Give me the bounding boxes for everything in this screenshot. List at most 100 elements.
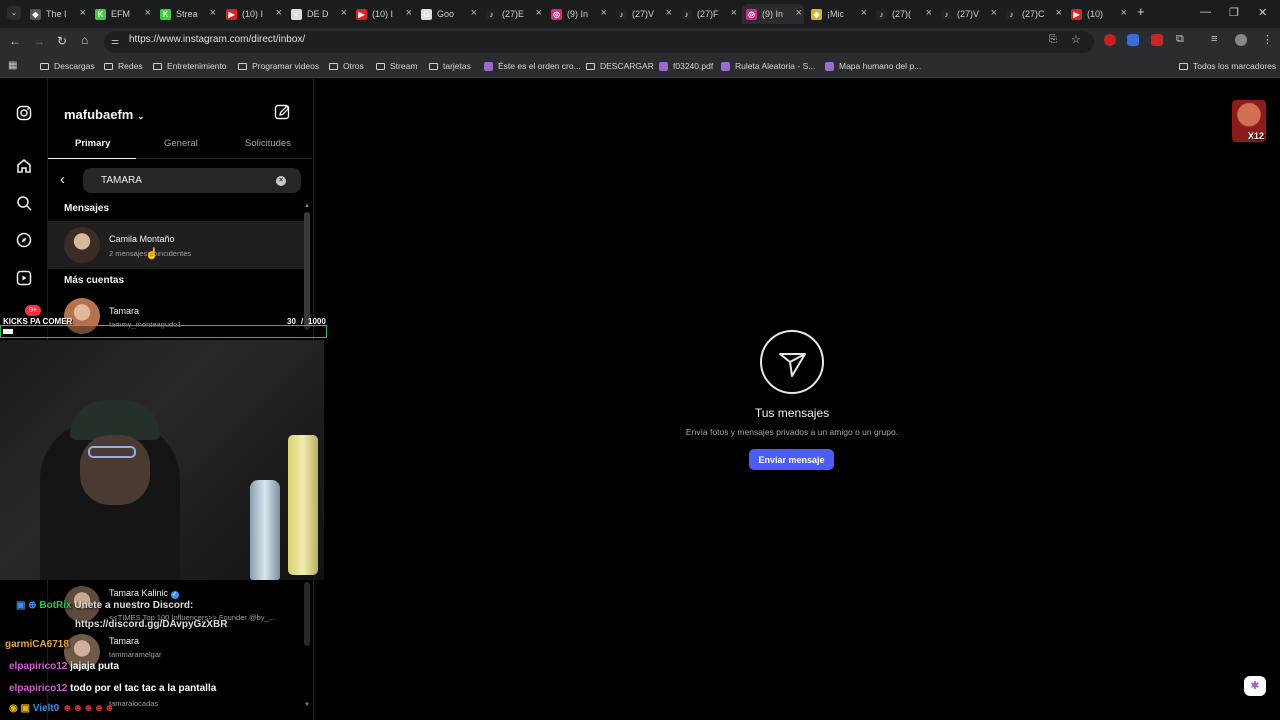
- bookmark-item[interactable]: Redes: [104, 61, 143, 71]
- tab-close-icon[interactable]: ×: [731, 7, 737, 19]
- maximize-icon[interactable]: ❐: [1229, 6, 1239, 19]
- minimize-icon[interactable]: —: [1200, 6, 1211, 18]
- profile-avatar[interactable]: [1235, 34, 1247, 46]
- browser-tab[interactable]: ♪ (27)F ×: [677, 4, 739, 24]
- menu-icon[interactable]: ⋮: [1262, 33, 1273, 46]
- browser-tab[interactable]: K EFM ×: [91, 4, 153, 24]
- scrollbar-thumb[interactable]: [304, 212, 310, 330]
- tab-close-icon[interactable]: ×: [1121, 7, 1127, 19]
- bookmark-label: Descargas: [54, 61, 95, 71]
- tab-close-icon[interactable]: ×: [536, 7, 542, 19]
- bookmark-item[interactable]: Ruleta Aleatoria - S...: [721, 61, 815, 71]
- browser-tab[interactable]: ▶ (10) I ×: [352, 4, 414, 24]
- browser-tab[interactable]: ♪ (27)C ×: [1002, 4, 1064, 24]
- browser-tab[interactable]: K Strea ×: [156, 4, 218, 24]
- tab-close-icon[interactable]: ×: [666, 7, 672, 19]
- browser-tab[interactable]: ◆ ¡Mic ×: [807, 4, 869, 24]
- tab-close-icon[interactable]: ×: [341, 7, 347, 19]
- tab-close-icon[interactable]: ×: [601, 7, 607, 19]
- tab-favicon-icon: ◆: [30, 8, 41, 20]
- bookmark-item[interactable]: Otros: [329, 61, 364, 71]
- extensions-puzzle-icon[interactable]: ⧉: [1176, 33, 1184, 46]
- tab-close-icon[interactable]: ×: [276, 7, 282, 19]
- instagram-logo-icon[interactable]: [14, 103, 34, 123]
- all-bookmarks-label: Todos los marcadores: [1193, 61, 1277, 71]
- forward-icon[interactable]: →: [33, 34, 45, 48]
- tab-primary[interactable]: Primary: [75, 138, 110, 149]
- bookmark-item[interactable]: Éste es el orden cro...: [484, 61, 581, 71]
- media-control-icon[interactable]: ≡: [1211, 33, 1217, 45]
- browser-tab[interactable]: ◎ (9) In ×: [742, 4, 804, 24]
- bookmark-label: tarjetas: [443, 61, 471, 71]
- can-prop: [288, 435, 318, 575]
- tab-label: (9) In: [762, 9, 784, 19]
- browser-tab[interactable]: ▶ (10) I ×: [222, 4, 284, 24]
- scroll-up-icon[interactable]: ▲: [304, 203, 310, 209]
- bookmark-item[interactable]: Stream: [376, 61, 417, 71]
- bookmark-item[interactable]: f03240.pdf: [659, 61, 713, 71]
- home-icon[interactable]: [14, 156, 34, 176]
- tab-close-icon[interactable]: ×: [145, 7, 151, 19]
- tab-list-chevron-icon[interactable]: ⌄: [7, 6, 21, 20]
- browser-tab[interactable]: ♪ (27)(×: [872, 4, 934, 24]
- bookmark-item[interactable]: Descargas: [40, 61, 95, 71]
- paper-plane-icon: [779, 353, 806, 377]
- new-message-icon[interactable]: [274, 104, 291, 126]
- reels-icon[interactable]: [14, 268, 34, 288]
- bookmark-item[interactable]: Mapa humano del p...: [825, 61, 921, 71]
- bookmark-item[interactable]: DESCARGAR: [586, 61, 654, 71]
- scrollbar-track[interactable]: [304, 582, 310, 646]
- chat-message: todo por el tac tac a la pantalla: [70, 683, 217, 694]
- install-app-icon[interactable]: ⎘: [1049, 34, 1057, 45]
- back-arrow-icon[interactable]: ‹: [60, 171, 65, 188]
- reload-icon[interactable]: ↻: [57, 34, 67, 48]
- close-window-icon[interactable]: ✕: [1258, 6, 1267, 19]
- browser-tab[interactable]: ♪ (27)V ×: [937, 4, 999, 24]
- scroll-down-icon[interactable]: ▼: [304, 702, 310, 708]
- bookmark-item[interactable]: Programar videos: [238, 61, 319, 71]
- bookmark-star-icon[interactable]: ☆: [1071, 33, 1081, 46]
- browser-tab[interactable]: G Goo ×: [417, 4, 479, 24]
- bookmark-item[interactable]: tarjetas: [429, 61, 471, 71]
- tab-favicon-icon: ♪: [1006, 8, 1017, 20]
- browser-tab[interactable]: ▶ (10) ×: [1067, 4, 1129, 24]
- send-message-button[interactable]: Enviar mensaje: [749, 449, 834, 470]
- tab-close-icon[interactable]: ×: [1056, 7, 1062, 19]
- tab-close-icon[interactable]: ×: [80, 7, 86, 19]
- tab-close-icon[interactable]: ×: [861, 7, 867, 19]
- browser-tab[interactable]: ◐ DE D ×: [287, 4, 349, 24]
- tab-close-icon[interactable]: ×: [991, 7, 997, 19]
- new-tab-button[interactable]: +: [1137, 4, 1145, 19]
- chat-assistant-icon[interactable]: ✱: [1244, 676, 1266, 696]
- tab-close-icon[interactable]: ×: [471, 7, 477, 19]
- tab-label: (27)F: [697, 9, 719, 19]
- tab-favicon-icon: ◆: [811, 8, 822, 20]
- search-icon[interactable]: [14, 193, 34, 213]
- tab-general[interactable]: General: [164, 138, 198, 149]
- browser-tab[interactable]: ◆ The I ×: [26, 4, 88, 24]
- clear-search-icon[interactable]: ×: [276, 176, 286, 186]
- browser-tab[interactable]: ◎ (9) In ×: [547, 4, 609, 24]
- chevron-down-icon: ⌄: [136, 111, 145, 121]
- account-switcher[interactable]: mafubaefm ⌄: [64, 107, 145, 122]
- chat-message: Unete a nuestro Discord:: [74, 600, 194, 611]
- site-info-icon[interactable]: ⚌: [111, 36, 119, 47]
- home-icon[interactable]: ⌂: [81, 33, 88, 47]
- tab-requests[interactable]: Solicitudes: [245, 138, 291, 149]
- bookmark-item[interactable]: Entretenimiento: [153, 61, 227, 71]
- tab-close-icon[interactable]: ×: [406, 7, 412, 19]
- browser-tab[interactable]: ♪ (27)V ×: [612, 4, 674, 24]
- apps-grid-icon[interactable]: ▦: [8, 60, 17, 71]
- url-text[interactable]: https://www.instagram.com/direct/inbox/: [129, 34, 305, 45]
- tab-close-icon[interactable]: ×: [926, 7, 932, 19]
- back-icon[interactable]: ←: [9, 34, 21, 48]
- tab-close-icon[interactable]: ×: [210, 7, 216, 19]
- all-bookmarks-folder[interactable]: Todos los marcadores: [1179, 61, 1276, 71]
- extension-icon[interactable]: [1104, 34, 1116, 46]
- tab-close-icon[interactable]: ×: [796, 7, 802, 19]
- chat-badges-icon: ◉ ▣: [9, 703, 33, 714]
- translate-icon[interactable]: [1127, 34, 1139, 46]
- browser-tab[interactable]: ♪ (27)E ×: [482, 4, 544, 24]
- explore-icon[interactable]: [14, 230, 34, 250]
- extension-icon[interactable]: [1151, 34, 1163, 46]
